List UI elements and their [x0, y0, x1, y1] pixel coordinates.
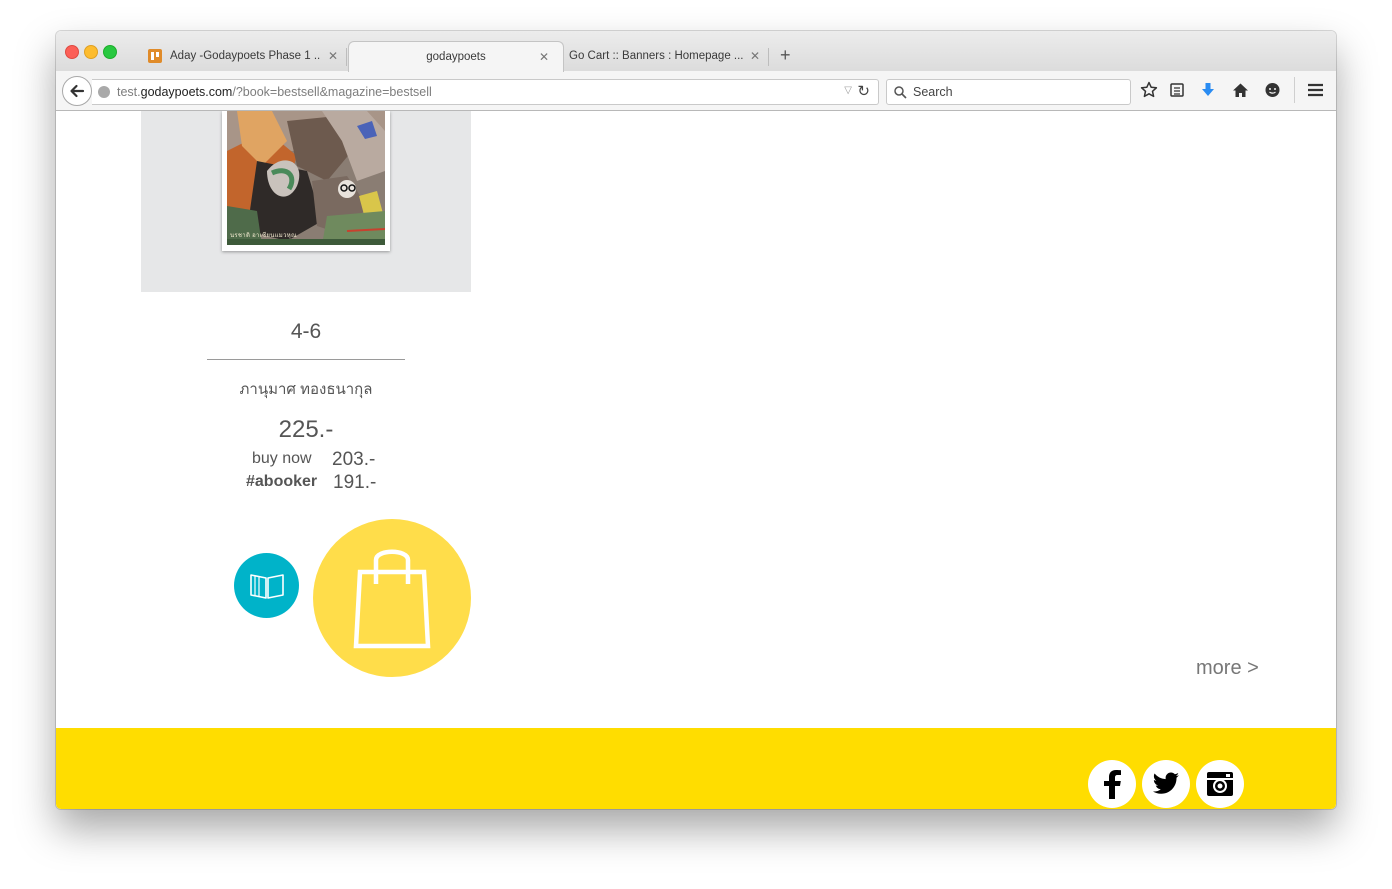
title-divider — [207, 359, 405, 360]
hamburger-menu-icon[interactable] — [1305, 80, 1325, 100]
close-tab-icon[interactable]: ✕ — [750, 49, 760, 63]
cover-illustration — [227, 111, 385, 245]
product-title[interactable]: 4-6 — [141, 320, 471, 344]
buy-now-label: buy now — [252, 450, 312, 467]
instagram-icon — [1207, 772, 1233, 796]
close-tab-icon[interactable]: ✕ — [539, 50, 549, 64]
abooker-label: #abooker — [246, 473, 318, 490]
new-tab-button[interactable]: + — [780, 45, 791, 65]
globe-icon — [98, 86, 110, 98]
reload-icon[interactable]: ↻ — [857, 82, 870, 100]
footer — [56, 728, 1336, 809]
add-to-cart-button[interactable] — [313, 519, 471, 677]
twitter-icon — [1152, 772, 1179, 794]
author-name[interactable]: ภานุมาศ ทองธนากุล — [141, 377, 471, 401]
url-path: /?book=bestsell&magazine=bestsell — [232, 85, 432, 99]
more-link[interactable]: more > — [1196, 657, 1259, 680]
url-bar[interactable]: test. godaypoets.com/?book=bestsell&magaz… — [92, 79, 879, 105]
instagram-button[interactable] — [1196, 760, 1244, 808]
tab-separator — [346, 48, 347, 66]
minimize-window-button[interactable] — [84, 45, 98, 59]
close-tab-icon[interactable]: ✕ — [328, 49, 338, 63]
back-button[interactable] — [62, 76, 92, 106]
toolbar-divider — [1294, 77, 1295, 103]
reading-list-icon[interactable] — [1167, 80, 1187, 100]
shopping-bag-icon — [353, 549, 431, 649]
search-placeholder: Search — [913, 85, 953, 99]
zoom-window-button[interactable] — [103, 45, 117, 59]
tab-title: Go Cart :: Banners : Homepage ... — [569, 50, 744, 62]
home-icon[interactable] — [1230, 80, 1250, 100]
navigation-bar: test. godaypoets.com/?book=bestsell&magaz… — [56, 71, 1336, 111]
tab-separator — [768, 48, 769, 66]
facebook-button[interactable] — [1088, 760, 1136, 808]
page-content: นรชาติ อาเซียนแมวหุณ 4-6 ภานุมาศ ทองธนาก… — [56, 111, 1336, 809]
open-book-icon — [249, 573, 284, 599]
search-icon — [894, 85, 907, 99]
book-cover-image[interactable]: นรชาติ อาเซียนแมวหุณ — [222, 111, 390, 251]
facebook-icon — [1104, 770, 1121, 799]
cover-caption: นรชาติ อาเซียนแมวหุณ — [230, 233, 297, 239]
url-host: godaypoets.com — [140, 85, 233, 99]
bookmark-star-icon[interactable] — [1139, 80, 1159, 100]
browser-window: Aday -Godaypoets Phase 1 ... ✕ godaypoet… — [56, 31, 1336, 809]
tab-go-cart[interactable]: Go Cart :: Banners : Homepage ... ✕ — [568, 41, 768, 71]
url-dropdown-icon[interactable]: ▽ — [844, 85, 852, 96]
tab-title: Aday -Godaypoets Phase 1 ... — [170, 50, 320, 62]
tab-bar: Aday -Godaypoets Phase 1 ... ✕ godaypoet… — [56, 31, 1336, 72]
list-price: 225.- — [278, 416, 334, 443]
url-prefix: test. — [117, 85, 141, 99]
search-bar[interactable]: Search — [886, 79, 1131, 105]
back-arrow-icon — [70, 84, 85, 98]
abooker-price: 191.- — [333, 472, 377, 493]
preview-book-button[interactable] — [234, 553, 299, 618]
buy-now-price: 203.- — [332, 449, 376, 470]
tab-godaypoets[interactable]: godaypoets ✕ — [348, 41, 564, 72]
twitter-button[interactable] — [1142, 760, 1190, 808]
close-window-button[interactable] — [65, 45, 79, 59]
tab-aday[interactable]: Aday -Godaypoets Phase 1 ... ✕ — [142, 41, 342, 71]
download-icon[interactable] — [1198, 80, 1218, 100]
hello-chat-icon[interactable] — [1262, 80, 1282, 100]
trello-icon — [148, 49, 162, 63]
book-cover-panel[interactable]: นรชาติ อาเซียนแมวหุณ — [141, 111, 471, 292]
tab-title: godaypoets — [426, 51, 486, 63]
